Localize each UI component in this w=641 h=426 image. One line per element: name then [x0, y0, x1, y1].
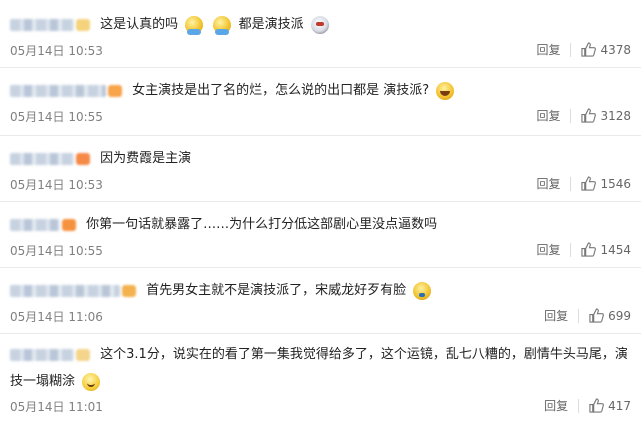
reply-button[interactable]: 回复 — [536, 108, 572, 123]
comment-item: 首先男女主就不是演技派了，宋威龙好歹有脸 05月14日 11:06 回复 699 — [0, 268, 641, 334]
laugh-icon — [436, 82, 455, 100]
comment-body: 你第一句话就暴露了……为什么打分低这部剧心里没点逼数吗 — [10, 214, 631, 237]
dark-face-icon — [310, 16, 329, 34]
thumbs-up-icon — [581, 176, 597, 191]
thumbs-up-icon — [581, 108, 597, 123]
blue-hands-icon — [185, 16, 204, 35]
like-button[interactable]: 3128 — [581, 108, 631, 123]
like-button[interactable]: 1454 — [581, 242, 631, 257]
pensive-icon — [413, 282, 432, 300]
comment-list: 这是认真的吗 都是演技派 05月14日 10:53 回复 4378 女主演技是出… — [0, 0, 641, 426]
nickname-blurred[interactable] — [10, 153, 74, 165]
comment-body: 这是认真的吗 都是演技派 — [10, 14, 631, 37]
comment-text-line-2: 技一塌糊涂 — [10, 373, 76, 389]
user-badge — [76, 349, 90, 361]
comment-actions: 回复 417 — [544, 398, 631, 413]
nickname-blurred[interactable] — [10, 85, 106, 97]
comment-actions: 回复 4378 — [536, 42, 631, 57]
like-count: 4378 — [600, 42, 631, 57]
comment-body: 因为费霞是主演 — [10, 148, 631, 171]
comment-text: 女主演技是出了名的烂，怎么说的出口都是 演技派? — [132, 83, 430, 98]
comment-body: 首先男女主就不是演技派了，宋威龙好歹有脸 — [10, 280, 631, 303]
comment-date: 05月14日 11:06 — [10, 310, 103, 324]
nickname-blurred[interactable] — [10, 219, 60, 231]
blue-hands-icon — [213, 16, 232, 35]
comment-text-line-1: 这个3.1分，说实在的看了第一集我觉得给多了，这个运镜，乱七八糟的，剧情牛头马尾… — [100, 347, 628, 362]
comment-text: 因为费霞是主演 — [100, 151, 192, 166]
reply-button[interactable]: 回复 — [536, 242, 572, 257]
reply-button[interactable]: 回复 — [536, 176, 572, 191]
reply-button[interactable]: 回复 — [544, 308, 580, 323]
comment-item: 女主演技是出了名的烂，怎么说的出口都是 演技派? 05月14日 10:55 回复… — [0, 68, 641, 136]
reply-button[interactable]: 回复 — [536, 42, 572, 57]
user-badge — [122, 285, 136, 297]
comment-actions: 回复 699 — [544, 308, 631, 323]
thumbs-up-icon — [589, 308, 604, 323]
comment-actions: 回复 1454 — [536, 242, 631, 257]
like-count: 1454 — [600, 242, 631, 257]
nickname-blurred[interactable] — [10, 19, 74, 31]
comment-item: 你第一句话就暴露了……为什么打分低这部剧心里没点逼数吗 05月14日 10:55… — [0, 202, 641, 268]
comment-date: 05月14日 11:01 — [10, 400, 103, 414]
thumbs-up-icon — [581, 242, 597, 257]
smile-icon — [82, 372, 101, 391]
comment-body: 这个3.1分，说实在的看了第一集我觉得给多了，这个运镜，乱七八糟的，剧情牛头马尾… — [10, 342, 631, 395]
user-badge — [62, 219, 76, 231]
like-button[interactable]: 4378 — [581, 42, 631, 57]
like-count: 417 — [608, 398, 631, 413]
comment-item: 这是认真的吗 都是演技派 05月14日 10:53 回复 4378 — [0, 0, 641, 68]
comment-item: 因为费霞是主演 05月14日 10:53 回复 1546 — [0, 136, 641, 202]
comment-body: 女主演技是出了名的烂，怎么说的出口都是 演技派? — [10, 80, 631, 103]
reply-button[interactable]: 回复 — [544, 398, 580, 413]
like-button[interactable]: 1546 — [581, 176, 631, 191]
nickname-blurred[interactable] — [10, 285, 120, 297]
comment-item: 这个3.1分，说实在的看了第一集我觉得给多了，这个运镜，乱七八糟的，剧情牛头马尾… — [0, 334, 641, 426]
user-badge — [108, 85, 122, 97]
comment-text: 首先男女主就不是演技派了，宋威龙好歹有脸 — [146, 283, 407, 298]
user-badge — [76, 19, 90, 31]
comment-text: 都是演技派 — [238, 17, 304, 32]
like-count: 699 — [608, 308, 631, 323]
user-badge — [76, 153, 90, 165]
thumbs-up-icon — [581, 42, 597, 57]
like-button[interactable]: 699 — [589, 308, 631, 323]
comment-text: 你第一句话就暴露了……为什么打分低这部剧心里没点逼数吗 — [86, 217, 438, 232]
comment-text: 这是认真的吗 — [100, 17, 179, 32]
comment-actions: 回复 1546 — [536, 176, 631, 191]
like-count: 3128 — [600, 108, 631, 123]
like-count: 1546 — [600, 176, 631, 191]
thumbs-up-icon — [589, 398, 604, 413]
nickname-blurred[interactable] — [10, 349, 74, 361]
like-button[interactable]: 417 — [589, 398, 631, 413]
comment-actions: 回复 3128 — [536, 108, 631, 123]
